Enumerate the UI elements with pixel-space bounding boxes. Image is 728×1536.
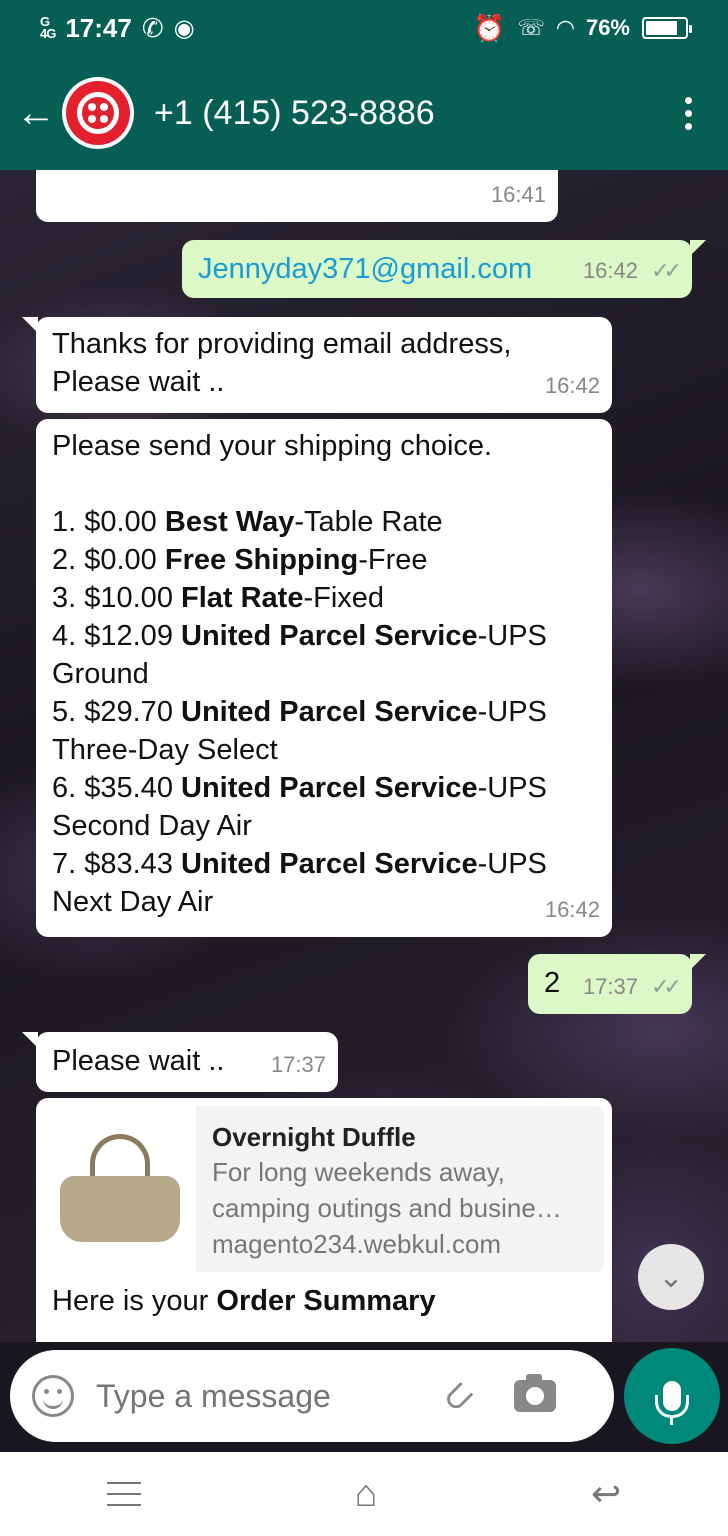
whatsapp-icon: ◉ bbox=[173, 14, 195, 42]
message-time: 16:42 bbox=[582, 258, 638, 283]
shipping-option: 6. $35.40 United Parcel Service-UPS Secon… bbox=[52, 772, 547, 842]
mic-button[interactable] bbox=[624, 1348, 720, 1444]
message-bubble-incoming[interactable]: Thanks for providing email address, Plea… bbox=[22, 317, 612, 413]
shipping-option: 4. $12.09 United Parcel Service-UPS Groun… bbox=[52, 620, 547, 690]
message-text: Please wait .. bbox=[52, 1045, 225, 1077]
double-check-icon: ✓✓ bbox=[651, 974, 682, 999]
attach-icon[interactable]: ⊂ bbox=[431, 1369, 485, 1423]
wifi-call-icon: ☏ bbox=[517, 15, 546, 40]
email-link[interactable]: Jennyday371@gmail.com bbox=[198, 250, 532, 288]
shipping-option: 5. $29.70 United Parcel Service-UPS Three… bbox=[52, 696, 547, 766]
message-bubble-outgoing[interactable]: Jennyday371@gmail.com 16:42 ✓✓ bbox=[182, 240, 706, 298]
scroll-down-icon[interactable]: ⌄ bbox=[638, 1244, 704, 1310]
status-left: G 4G 17:47 ✆ ◉ bbox=[40, 13, 195, 44]
shipping-option: 1. $0.00 Best Way-Table Rate bbox=[52, 506, 443, 538]
status-right: ⏰ ☏ ◠ 76% bbox=[473, 12, 692, 44]
preview-title: Overnight Duffle bbox=[212, 1122, 416, 1152]
wifi-icon: ◠ bbox=[557, 15, 574, 40]
back-arrow-icon[interactable]: ← bbox=[10, 91, 62, 136]
message-input-bar: ⊂ bbox=[10, 1350, 614, 1442]
message-text: 2 bbox=[544, 967, 561, 999]
preview-description: For long weekends away, bbox=[212, 1157, 505, 1187]
message-time: 16:42 bbox=[544, 897, 600, 922]
preview-description: camping outings and busine… bbox=[212, 1193, 562, 1223]
signal-icon: G 4G bbox=[40, 14, 56, 41]
battery-percent: 76% bbox=[585, 15, 630, 40]
message-text: Thanks for providing email address, bbox=[52, 328, 512, 360]
shipping-option: 3. $10.00 Flat Rate-Fixed bbox=[52, 582, 385, 614]
message-bubble-incoming[interactable]: Please send your shipping choice. 1. $0.… bbox=[36, 419, 612, 937]
preview-url: magento234.webkul.com bbox=[212, 1229, 502, 1259]
recent-apps-icon[interactable] bbox=[106, 1482, 141, 1506]
message-time: 16:42 bbox=[544, 373, 600, 398]
contact-avatar[interactable] bbox=[62, 77, 134, 149]
message-time: 16:41 bbox=[490, 182, 546, 207]
shipping-option: 7. $83.43 United Parcel Service-UPS Next … bbox=[52, 848, 547, 918]
message-bubble-incoming[interactable]: Please wait .. 17:37 bbox=[22, 1032, 338, 1092]
shipping-option: 2. $0.00 Free Shipping-Free bbox=[52, 544, 428, 576]
alarm-icon: ⏰ bbox=[473, 12, 506, 43]
home-icon[interactable]: ⌂ bbox=[354, 1473, 377, 1516]
duffle-bag-image bbox=[60, 1134, 180, 1244]
twilio-logo-icon bbox=[66, 81, 130, 145]
message-text: Please wait .. bbox=[52, 366, 225, 398]
message-input[interactable] bbox=[96, 1377, 426, 1415]
battery-fill bbox=[646, 21, 677, 35]
phone-icon: ✆ bbox=[141, 12, 164, 43]
product-image bbox=[44, 1106, 196, 1272]
double-check-icon: ✓✓ bbox=[651, 258, 682, 283]
message-text: Here is your Order Summary bbox=[52, 1285, 436, 1317]
back-icon[interactable]: ↩ bbox=[591, 1473, 621, 1515]
message-time: 17:37 bbox=[270, 1052, 326, 1077]
chat-area[interactable]: 16:41 Jennyday371@gmail.com 16:42 ✓✓ Tha… bbox=[0, 170, 728, 1342]
message-bubble-incoming[interactable]: Overnight Duffle For long weekends away,… bbox=[36, 1098, 612, 1342]
camera-icon[interactable] bbox=[513, 1374, 556, 1412]
more-options-icon[interactable] bbox=[685, 96, 692, 130]
message-time: 17:37 bbox=[582, 974, 638, 999]
link-preview[interactable]: Overnight Duffle For long weekends away,… bbox=[44, 1106, 604, 1272]
chat-header: ← +1 (415) 523-8886 bbox=[0, 56, 728, 170]
message-text: Please send your shipping choice. bbox=[52, 430, 493, 462]
battery-icon bbox=[642, 17, 692, 39]
status-bar: G 4G 17:47 ✆ ◉ ⏰ ☏ ◠ 76% bbox=[0, 0, 728, 56]
mic-icon bbox=[655, 1381, 689, 1425]
system-nav-bar: ⌂ ↩ bbox=[0, 1452, 728, 1536]
contact-name[interactable]: +1 (415) 523-8886 bbox=[154, 94, 435, 133]
message-bubble-outgoing[interactable]: 2 17:37 ✓✓ bbox=[528, 954, 706, 1014]
message-bubble-incoming[interactable]: 16:41 bbox=[36, 170, 558, 222]
status-time: 17:47 bbox=[65, 12, 132, 43]
emoji-icon[interactable] bbox=[32, 1375, 74, 1417]
